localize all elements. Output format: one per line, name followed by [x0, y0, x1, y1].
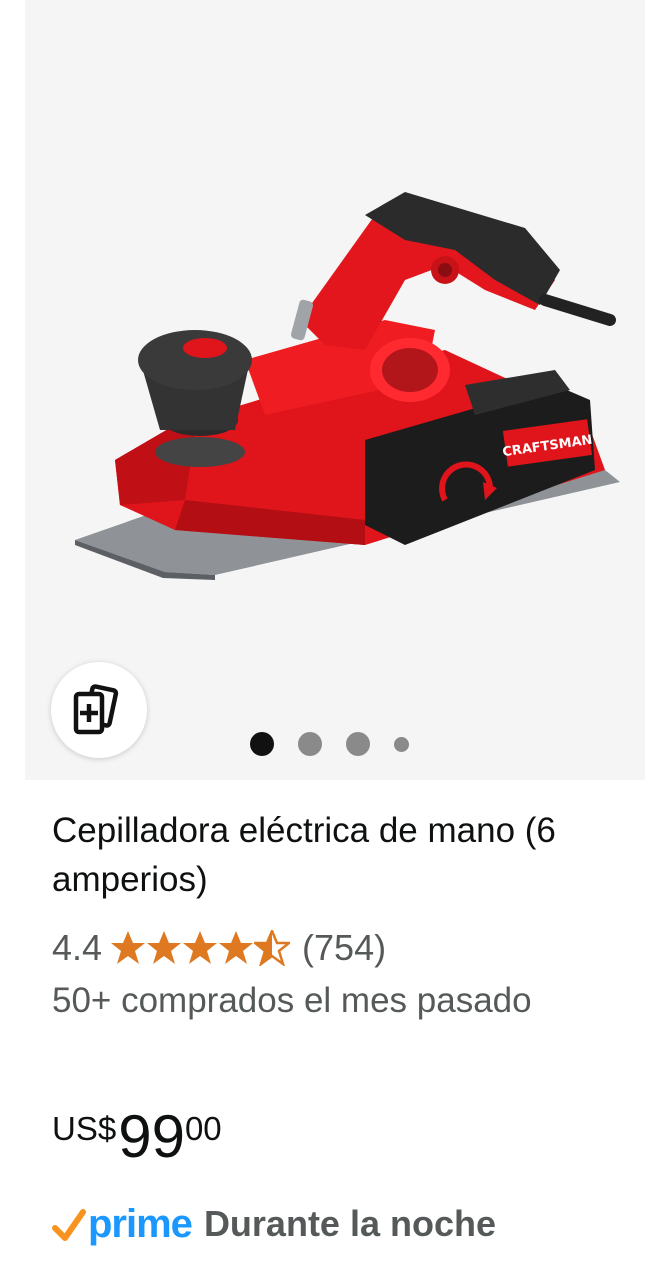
prime-logo: prime [88, 1201, 193, 1246]
add-to-compare-button[interactable] [51, 662, 147, 758]
price-whole: 99 [118, 1103, 185, 1170]
image-carousel-indicator[interactable] [250, 732, 433, 756]
rating-value: 4.4 [52, 927, 103, 968]
product-title[interactable]: Cepilladora eléctrica de mano (6 amperio… [52, 806, 632, 904]
add-to-compare-icon [73, 684, 119, 735]
right-gutter [645, 0, 649, 1263]
rating-count[interactable]: (754) [302, 927, 386, 969]
star-rating-icon [111, 930, 291, 966]
power-cord [539, 294, 616, 326]
star-rating [110, 930, 292, 966]
prime-check-icon [52, 1209, 86, 1241]
rating-row[interactable]: 4.4 (754) [52, 926, 386, 970]
prime-delivery: prime Durante la noche [52, 1194, 496, 1254]
craftsman-electric-planer-image[interactable]: CRAFTSMAN [65, 170, 635, 590]
carousel-dot-4[interactable] [394, 736, 409, 752]
carousel-dot-3[interactable] [346, 732, 370, 756]
price-fraction: 00 [184, 1110, 222, 1147]
bought-past-month: 50+ comprados el mes pasado [52, 981, 532, 1020]
price: US$ 99 00 [52, 1102, 222, 1172]
carousel-dot-2[interactable] [298, 732, 322, 756]
product-details[interactable]: Cepilladora eléctrica de mano (6 amperio… [25, 780, 645, 1263]
left-gutter [0, 0, 25, 1263]
product-card[interactable]: CRAFTSMAN Cepilladora eléctrica de mano … [25, 0, 645, 1263]
product-media[interactable]: CRAFTSMAN [25, 0, 645, 780]
delivery-speed: Durante la noche [203, 1203, 496, 1244]
carousel-dot-1[interactable] [250, 732, 274, 756]
price-currency-symbol: US$ [52, 1110, 117, 1147]
